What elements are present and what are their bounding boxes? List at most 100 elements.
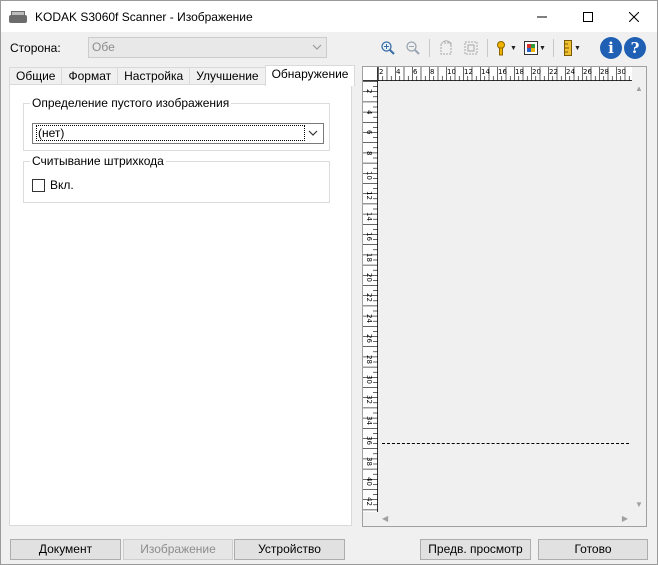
document-button[interactable]: Документ xyxy=(10,539,121,560)
ruler-tick-label: 16 xyxy=(365,232,373,242)
settings-tabs: Общие Формат Настройка Улучшение Обнаруж… xyxy=(9,65,356,86)
ruler-tick-label: 8 xyxy=(365,150,373,156)
color-grid-icon xyxy=(524,41,539,55)
scan-area-frame[interactable] xyxy=(382,91,634,444)
ruler-tick-label: 32 xyxy=(365,395,373,405)
ruler-tick-label: 4 xyxy=(365,109,373,115)
ruler-tick-label: 26 xyxy=(583,68,592,76)
vertical-scrollbar[interactable]: ▲ ▼ xyxy=(631,81,646,512)
maximize-icon xyxy=(583,11,593,22)
ruler-tick-label: 26 xyxy=(365,334,373,344)
minimize-icon xyxy=(537,16,547,17)
done-button[interactable]: Готово xyxy=(538,539,648,560)
chevron-down-icon xyxy=(308,130,318,136)
ruler-tick-label: 20 xyxy=(365,273,373,282)
ruler-tick-label: 18 xyxy=(515,68,524,76)
scroll-down-icon[interactable]: ▼ xyxy=(635,500,643,509)
ruler-tick-label: 38 xyxy=(365,456,373,466)
ruler-tick-label: 12 xyxy=(464,68,473,76)
ruler-tick-label: 22 xyxy=(365,293,373,303)
ruler-menu-button[interactable]: ▼ xyxy=(559,37,585,59)
barcode-enable-label: Вкл. xyxy=(50,178,74,192)
ruler-tick-label: 22 xyxy=(549,68,558,76)
preview-button[interactable]: Предв. просмотр xyxy=(420,539,531,560)
caret-down-icon: ▼ xyxy=(574,44,581,52)
ruler-tick-label: 24 xyxy=(365,313,373,323)
ruler-tick-label: 12 xyxy=(365,191,373,201)
blank-image-group: Определение пустого изображения (нет) xyxy=(23,96,330,151)
zoom-out-button[interactable] xyxy=(402,37,424,59)
zoom-out-icon xyxy=(406,41,420,55)
zoom-in-icon xyxy=(381,41,395,55)
ruler-tick-label: 34 xyxy=(365,415,373,425)
maximize-button[interactable] xyxy=(565,1,611,32)
info-icon: i xyxy=(608,39,614,57)
close-button[interactable] xyxy=(611,1,657,32)
ruler-tick-label: 8 xyxy=(430,68,435,76)
scanner-window: KODAK S3060f Scanner - Изображение Сторо… xyxy=(0,0,658,565)
vertical-ruler: 2 4 6 8 10 12 14 16 18 20 22 24 26 28 30 32 34 36 38 40 42 xyxy=(363,81,378,512)
scroll-up-icon[interactable]: ▲ xyxy=(635,84,643,93)
tools-menu-button[interactable]: ▼ xyxy=(493,37,519,59)
rotate-button[interactable] xyxy=(435,37,457,59)
ruler-tick-label: 28 xyxy=(365,354,373,364)
preview-toolbar: ▼ ▼ ▼ xyxy=(377,37,588,59)
detection-tab-panel: Определение пустого изображения (нет) Сч… xyxy=(9,84,352,526)
pointer-tool-icon xyxy=(497,41,506,56)
caret-down-icon: ▼ xyxy=(510,44,517,52)
ruler-tick-label: 16 xyxy=(498,68,507,76)
ruler-corner xyxy=(363,67,378,81)
ruler-tick-label: 14 xyxy=(481,68,490,76)
scroll-right-icon[interactable]: ▶ xyxy=(622,514,628,523)
color-menu-button[interactable]: ▼ xyxy=(522,37,548,59)
blank-image-select-value: (нет) xyxy=(36,125,305,141)
device-button[interactable]: Устройство xyxy=(234,539,345,560)
fit-page-icon xyxy=(464,41,478,55)
horizontal-ruler: 2 4 6 8 10 12 14 16 18 20 22 24 26 28 30 xyxy=(378,67,632,81)
ruler-tick-label: 24 xyxy=(566,68,575,76)
scroll-left-icon[interactable]: ◀ xyxy=(382,514,388,523)
ruler-tick-label: 20 xyxy=(532,68,541,76)
blank-image-select[interactable]: (нет) xyxy=(32,123,324,144)
info-button[interactable]: i xyxy=(600,37,622,59)
ruler-tick-label: 2 xyxy=(379,68,384,76)
scan-preview: 2 4 6 8 10 12 14 16 18 20 22 24 26 28 30 2 4 6 8 10 12 14 16 1… xyxy=(362,66,647,527)
rotate-page-icon xyxy=(440,40,452,55)
help-button[interactable]: ? xyxy=(624,37,646,59)
side-label: Сторона: xyxy=(10,41,61,55)
toolbar-separator xyxy=(487,39,488,57)
caret-down-icon: ▼ xyxy=(539,44,546,52)
window-title: KODAK S3060f Scanner - Изображение xyxy=(35,9,253,24)
barcode-enable-checkbox[interactable] xyxy=(32,178,45,192)
ruler-tick-label: 14 xyxy=(365,211,373,221)
side-select[interactable]: Обе xyxy=(88,37,327,58)
ruler-tick-label: 30 xyxy=(617,68,626,76)
ruler-tick-label: 36 xyxy=(365,436,373,446)
minimize-button[interactable] xyxy=(519,1,565,32)
window-controls xyxy=(519,1,657,32)
ruler-tick-label: 10 xyxy=(365,171,373,180)
barcode-group-title: Считывание штрихкода xyxy=(30,154,166,168)
zoom-in-button[interactable] xyxy=(377,37,399,59)
ruler-tick-label: 4 xyxy=(396,68,401,76)
ruler-tick-label: 2 xyxy=(365,89,373,94)
close-icon xyxy=(629,11,639,22)
ruler-tick-label: 28 xyxy=(600,68,609,76)
ruler-tick-label: 18 xyxy=(365,252,373,262)
tab-detection[interactable]: Обнаружение xyxy=(264,65,356,86)
horizontal-scrollbar[interactable]: ◀ ▶ xyxy=(378,511,632,526)
barcode-group: Считывание штрихкода Вкл. xyxy=(23,154,330,203)
barcode-checkbox-row[interactable]: Вкл. xyxy=(32,178,74,192)
help-icon: ? xyxy=(630,39,640,57)
ruler-tick-label: 42 xyxy=(365,497,373,507)
scanner-app-icon xyxy=(9,10,29,24)
ruler-tick-label: 30 xyxy=(365,375,373,384)
title-bar: KODAK S3060f Scanner - Изображение xyxy=(1,1,657,32)
ruler-tick-label: 10 xyxy=(447,68,456,76)
blank-image-group-title: Определение пустого изображения xyxy=(30,96,232,110)
image-button[interactable]: Изображение xyxy=(123,539,233,560)
ruler-icon xyxy=(564,40,573,56)
toolbar-separator xyxy=(553,39,554,57)
toolbar-separator xyxy=(429,39,430,57)
fit-page-button[interactable] xyxy=(460,37,482,59)
